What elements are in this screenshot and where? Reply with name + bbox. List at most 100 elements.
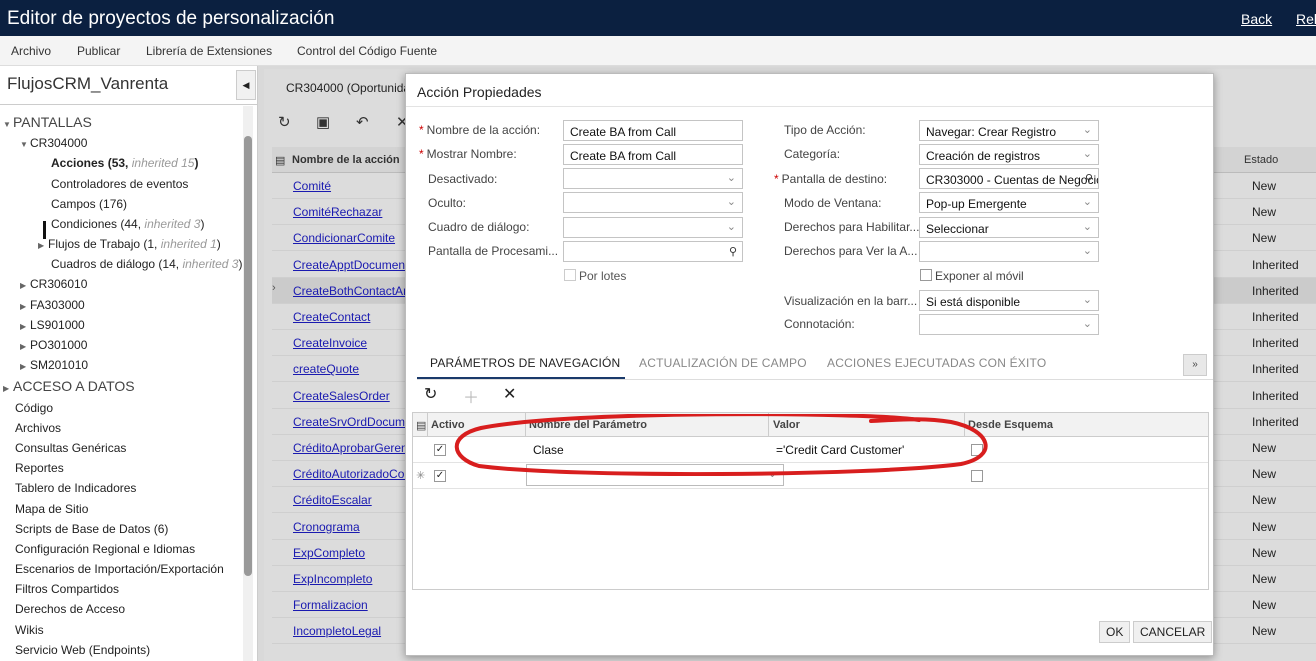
tree-servicio-web[interactable]: Servicio Web (Endpoints) <box>15 643 150 657</box>
delete-row-icon[interactable]: ✕ <box>503 384 516 404</box>
action-name-link[interactable]: CréditoAutorizadoCon <box>293 467 411 481</box>
menu-control-codigo-fuente[interactable]: Control del Código Fuente <box>297 44 437 58</box>
undo-icon[interactable]: ↶ <box>356 113 369 131</box>
caret-right-icon[interactable]: ▶ <box>20 322 30 331</box>
caret-right-icon[interactable]: ▶ <box>20 362 30 371</box>
refresh-icon[interactable]: ↻ <box>424 384 437 404</box>
tree-archivos[interactable]: Archivos <box>15 421 61 435</box>
action-name-link[interactable]: CondicionarComite <box>293 231 395 245</box>
caret-right-icon[interactable]: ▶ <box>20 302 30 311</box>
tree-filtros-compartidos[interactable]: Filtros Compartidos <box>15 582 119 596</box>
scrollbar-thumb[interactable] <box>244 136 252 576</box>
action-name-link[interactable]: CréditoEscalar <box>293 493 372 507</box>
tree-screen-sm201010[interactable]: ▶ SM201010 <box>20 358 88 372</box>
caret-right-icon[interactable]: ▶ <box>20 281 30 290</box>
refresh-icon[interactable]: ↻ <box>278 113 291 131</box>
action-name-link[interactable]: CreateContact <box>293 310 370 324</box>
caret-right-icon[interactable]: ▶ <box>3 384 13 393</box>
col-nombre-accion[interactable]: Nombre de la acción <box>292 154 400 166</box>
tree-cuadros-dialogo[interactable]: Cuadros de diálogo (14, inherited 3) <box>51 257 242 271</box>
pantalla-destino-field[interactable]: CR303000 - Cuentas de Negocios ⚲ <box>919 168 1099 189</box>
tab-parametros-navegacion[interactable]: PARÁMETROS DE NAVEGACIÓN <box>430 356 620 370</box>
tree-controladores-eventos[interactable]: Controladores de eventos <box>51 177 188 191</box>
tree-codigo[interactable]: Código <box>15 401 53 415</box>
caret-right-icon[interactable]: ▶ <box>20 342 30 351</box>
tree-screen-cr306010[interactable]: ▶ CR306010 <box>20 277 87 291</box>
collapse-sidebar-button[interactable]: ◀ <box>236 70 256 100</box>
tree-escenarios-importacion[interactable]: Escenarios de Importación/Exportación <box>15 562 224 576</box>
tree-configuracion-regional[interactable]: Configuración Regional e Idiomas <box>15 542 195 556</box>
menu-libreria-extensiones[interactable]: Librería de Extensiones <box>146 44 272 58</box>
tree-reportes[interactable]: Reportes <box>15 461 64 475</box>
mostrar-nombre-field[interactable]: Create BA from Call <box>563 144 743 165</box>
tree-screen-ls901000[interactable]: ▶ LS901000 <box>20 318 85 332</box>
cuadro-dialogo-select[interactable]: ⌄ <box>563 217 743 238</box>
tree-mapa-sitio[interactable]: Mapa de Sitio <box>15 502 88 516</box>
tree-consultas-genericas[interactable]: Consultas Genéricas <box>15 441 126 455</box>
action-name-link[interactable]: ExpCompleto <box>293 546 365 560</box>
tree-derechos-acceso[interactable]: Derechos de Acceso <box>15 602 125 616</box>
back-link[interactable]: Back <box>1241 11 1272 27</box>
tree-screen-fa303000[interactable]: ▶ FA303000 <box>20 298 85 312</box>
derechos-ver-select[interactable]: ⌄ <box>919 241 1099 262</box>
tree-acceso-datos[interactable]: ▶ ACCESO A DATOS <box>3 378 135 394</box>
desactivado-select[interactable]: ⌄ <box>563 168 743 189</box>
action-name-link[interactable]: Comité <box>293 179 331 193</box>
search-icon[interactable]: ⚲ <box>729 245 737 258</box>
pantalla-procesamiento-field[interactable]: ⚲ <box>563 241 743 262</box>
cancel-button[interactable]: CANCELAR <box>1133 621 1213 643</box>
modo-ventana-select[interactable]: Pop-up Emergente ⌄ <box>919 192 1099 213</box>
visualizacion-select[interactable]: Si está disponible ⌄ <box>919 290 1099 311</box>
tree-screen-cr304000[interactable]: ▼ CR304000 <box>20 136 87 150</box>
chevron-down-icon: ⌄ <box>1082 221 1092 233</box>
action-name-link[interactable]: IncompletoLegal <box>293 624 381 638</box>
tree-campos[interactable]: Campos (176) <box>51 197 127 211</box>
action-name-link[interactable]: CreateSalesOrder <box>293 389 390 403</box>
caret-right-icon[interactable]: ▶ <box>38 241 48 250</box>
connotacion-select[interactable]: ⌄ <box>919 314 1099 335</box>
ok-button[interactable]: OK <box>1099 621 1131 643</box>
action-name-link[interactable]: Cronograma <box>293 520 360 534</box>
caret-down-icon[interactable]: ▼ <box>3 120 13 129</box>
grid-settings-icon[interactable]: ▤ <box>416 419 426 432</box>
tree-condiciones[interactable]: Condiciones (44, inherited 3) <box>51 217 204 231</box>
tree-pantallas[interactable]: ▼ PANTALLAS <box>3 114 92 130</box>
search-icon[interactable]: ⚲ <box>1085 172 1093 185</box>
action-name-link[interactable]: CreateSrvOrdDocume <box>293 415 412 429</box>
action-name-link[interactable]: Formalizacion <box>293 598 368 612</box>
exponer-movil-checkbox[interactable] <box>920 269 932 281</box>
rel-link[interactable]: Rel <box>1296 11 1316 27</box>
action-name-link[interactable]: CreateBothContactAnd <box>293 284 416 298</box>
sidebar-scrollbar[interactable] <box>243 106 253 661</box>
oculto-select[interactable]: ⌄ <box>563 192 743 213</box>
categoria-select[interactable]: Creación de registros ⌄ <box>919 144 1099 165</box>
tree-scripts-bd[interactable]: Scripts de Base de Datos (6) <box>15 522 168 536</box>
action-name-link[interactable]: ExpIncompleto <box>293 572 372 586</box>
action-name-link[interactable]: createQuote <box>293 362 359 376</box>
collapse-tabs-icon[interactable]: » <box>1183 354 1207 376</box>
activo-checkbox[interactable]: ✓ <box>434 444 446 456</box>
tab-acciones-ejecutadas[interactable]: ACCIONES EJECUTADAS CON ÉXITO <box>827 356 1046 370</box>
caret-down-icon[interactable]: ▼ <box>20 140 30 149</box>
tree-wikis[interactable]: Wikis <box>15 623 44 637</box>
por-lotes-checkbox[interactable] <box>564 269 576 281</box>
menu-publicar[interactable]: Publicar <box>77 44 120 58</box>
tipo-accion-select[interactable]: Navegar: Crear Registro ⌄ <box>919 120 1099 141</box>
derechos-habilitar-select[interactable]: Seleccionar ⌄ <box>919 217 1099 238</box>
tree-flujos-trabajo[interactable]: ▶ Flujos de Trabajo (1, inherited 1) <box>38 237 221 251</box>
action-name-link[interactable]: ComitéRechazar <box>293 205 382 219</box>
tab-actualizacion-campo[interactable]: ACTUALIZACIÓN DE CAMPO <box>639 356 807 370</box>
tree-acciones[interactable]: Acciones (53, inherited 15) <box>51 156 198 170</box>
tree-screen-po301000[interactable]: ▶ PO301000 <box>20 338 87 352</box>
action-name-link[interactable]: CréditoAprobarGerente <box>293 441 418 455</box>
action-name-link[interactable]: CreateApptDocument <box>293 258 408 272</box>
nombre-accion-field[interactable]: Create BA from Call <box>563 120 743 141</box>
activo-checkbox[interactable]: ✓ <box>434 470 446 482</box>
action-name-link[interactable]: CreateInvoice <box>293 336 367 350</box>
save-icon[interactable]: ▣ <box>316 113 330 131</box>
add-row-icon[interactable]: ＋ <box>463 384 479 408</box>
menu-archivo[interactable]: Archivo <box>11 44 51 58</box>
tree-tablero-indicadores[interactable]: Tablero de Indicadores <box>15 481 136 495</box>
col-estado[interactable]: Estado <box>1244 154 1278 166</box>
grid-settings-icon[interactable]: ▤ <box>275 154 285 167</box>
